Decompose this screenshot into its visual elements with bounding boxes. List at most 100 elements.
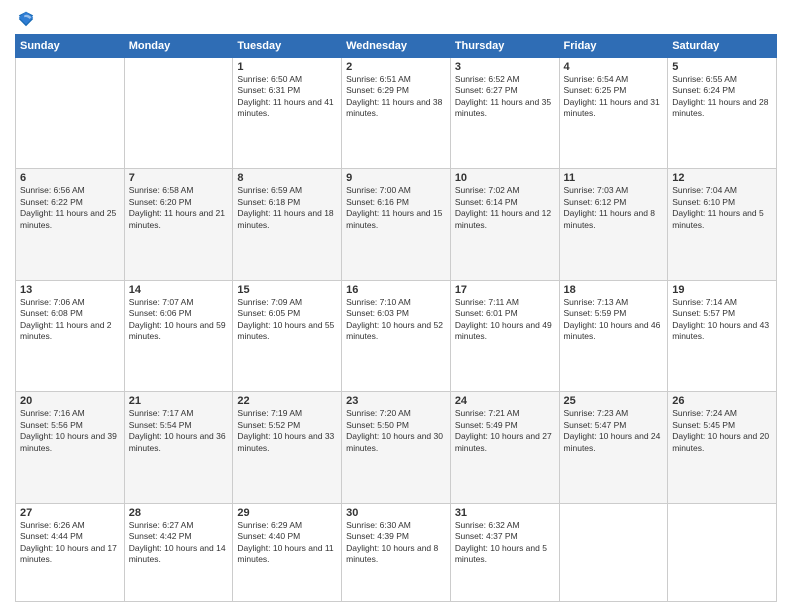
day-number: 13	[20, 284, 120, 296]
cell-text: Sunrise: 6:59 AM Sunset: 6:18 PM Dayligh…	[237, 185, 337, 231]
calendar-cell: 7Sunrise: 6:58 AM Sunset: 6:20 PM Daylig…	[124, 169, 233, 280]
day-number: 29	[237, 507, 337, 519]
day-number: 16	[346, 284, 446, 296]
day-number: 10	[455, 172, 555, 184]
cell-text: Sunrise: 7:00 AM Sunset: 6:16 PM Dayligh…	[346, 185, 446, 231]
cell-text: Sunrise: 6:51 AM Sunset: 6:29 PM Dayligh…	[346, 74, 446, 120]
weekday-header-wednesday: Wednesday	[342, 35, 451, 58]
day-number: 8	[237, 172, 337, 184]
day-number: 3	[455, 61, 555, 73]
day-number: 20	[20, 395, 120, 407]
calendar-cell: 9Sunrise: 7:00 AM Sunset: 6:16 PM Daylig…	[342, 169, 451, 280]
weekday-header-saturday: Saturday	[668, 35, 777, 58]
calendar-cell: 8Sunrise: 6:59 AM Sunset: 6:18 PM Daylig…	[233, 169, 342, 280]
day-number: 15	[237, 284, 337, 296]
day-number: 2	[346, 61, 446, 73]
calendar-cell: 1Sunrise: 6:50 AM Sunset: 6:31 PM Daylig…	[233, 58, 342, 169]
cell-text: Sunrise: 7:13 AM Sunset: 5:59 PM Dayligh…	[564, 297, 664, 343]
calendar-cell: 26Sunrise: 7:24 AM Sunset: 5:45 PM Dayli…	[668, 392, 777, 503]
day-number: 18	[564, 284, 664, 296]
calendar-cell: 24Sunrise: 7:21 AM Sunset: 5:49 PM Dayli…	[450, 392, 559, 503]
cell-text: Sunrise: 7:03 AM Sunset: 6:12 PM Dayligh…	[564, 185, 664, 231]
day-number: 22	[237, 395, 337, 407]
header	[15, 10, 777, 28]
weekday-header-row: SundayMondayTuesdayWednesdayThursdayFrid…	[16, 35, 777, 58]
calendar-cell: 14Sunrise: 7:07 AM Sunset: 6:06 PM Dayli…	[124, 280, 233, 391]
cell-text: Sunrise: 7:21 AM Sunset: 5:49 PM Dayligh…	[455, 408, 555, 454]
calendar-cell: 17Sunrise: 7:11 AM Sunset: 6:01 PM Dayli…	[450, 280, 559, 391]
day-number: 1	[237, 61, 337, 73]
day-number: 4	[564, 61, 664, 73]
cell-text: Sunrise: 6:58 AM Sunset: 6:20 PM Dayligh…	[129, 185, 229, 231]
day-number: 12	[672, 172, 772, 184]
day-number: 27	[20, 507, 120, 519]
calendar-cell	[124, 58, 233, 169]
weekday-header-monday: Monday	[124, 35, 233, 58]
weekday-header-friday: Friday	[559, 35, 668, 58]
calendar-cell: 31Sunrise: 6:32 AM Sunset: 4:37 PM Dayli…	[450, 503, 559, 601]
day-number: 21	[129, 395, 229, 407]
calendar-cell: 18Sunrise: 7:13 AM Sunset: 5:59 PM Dayli…	[559, 280, 668, 391]
day-number: 30	[346, 507, 446, 519]
logo-icon	[17, 10, 35, 28]
day-number: 19	[672, 284, 772, 296]
cell-text: Sunrise: 7:20 AM Sunset: 5:50 PM Dayligh…	[346, 408, 446, 454]
calendar-cell: 28Sunrise: 6:27 AM Sunset: 4:42 PM Dayli…	[124, 503, 233, 601]
calendar-week-row: 1Sunrise: 6:50 AM Sunset: 6:31 PM Daylig…	[16, 58, 777, 169]
day-number: 23	[346, 395, 446, 407]
page: SundayMondayTuesdayWednesdayThursdayFrid…	[0, 0, 792, 612]
cell-text: Sunrise: 7:10 AM Sunset: 6:03 PM Dayligh…	[346, 297, 446, 343]
calendar-cell: 3Sunrise: 6:52 AM Sunset: 6:27 PM Daylig…	[450, 58, 559, 169]
day-number: 9	[346, 172, 446, 184]
day-number: 5	[672, 61, 772, 73]
cell-text: Sunrise: 7:16 AM Sunset: 5:56 PM Dayligh…	[20, 408, 120, 454]
calendar-cell: 2Sunrise: 6:51 AM Sunset: 6:29 PM Daylig…	[342, 58, 451, 169]
cell-text: Sunrise: 7:14 AM Sunset: 5:57 PM Dayligh…	[672, 297, 772, 343]
cell-text: Sunrise: 6:50 AM Sunset: 6:31 PM Dayligh…	[237, 74, 337, 120]
cell-text: Sunrise: 6:29 AM Sunset: 4:40 PM Dayligh…	[237, 520, 337, 566]
calendar-week-row: 13Sunrise: 7:06 AM Sunset: 6:08 PM Dayli…	[16, 280, 777, 391]
logo	[15, 10, 35, 28]
calendar-cell: 22Sunrise: 7:19 AM Sunset: 5:52 PM Dayli…	[233, 392, 342, 503]
calendar-week-row: 20Sunrise: 7:16 AM Sunset: 5:56 PM Dayli…	[16, 392, 777, 503]
calendar-week-row: 6Sunrise: 6:56 AM Sunset: 6:22 PM Daylig…	[16, 169, 777, 280]
cell-text: Sunrise: 6:56 AM Sunset: 6:22 PM Dayligh…	[20, 185, 120, 231]
calendar-cell: 15Sunrise: 7:09 AM Sunset: 6:05 PM Dayli…	[233, 280, 342, 391]
day-number: 26	[672, 395, 772, 407]
day-number: 7	[129, 172, 229, 184]
cell-text: Sunrise: 6:30 AM Sunset: 4:39 PM Dayligh…	[346, 520, 446, 566]
cell-text: Sunrise: 7:24 AM Sunset: 5:45 PM Dayligh…	[672, 408, 772, 454]
weekday-header-sunday: Sunday	[16, 35, 125, 58]
cell-text: Sunrise: 7:02 AM Sunset: 6:14 PM Dayligh…	[455, 185, 555, 231]
calendar-cell: 21Sunrise: 7:17 AM Sunset: 5:54 PM Dayli…	[124, 392, 233, 503]
weekday-header-thursday: Thursday	[450, 35, 559, 58]
weekday-header-tuesday: Tuesday	[233, 35, 342, 58]
day-number: 31	[455, 507, 555, 519]
cell-text: Sunrise: 6:32 AM Sunset: 4:37 PM Dayligh…	[455, 520, 555, 566]
calendar-cell: 11Sunrise: 7:03 AM Sunset: 6:12 PM Dayli…	[559, 169, 668, 280]
cell-text: Sunrise: 7:23 AM Sunset: 5:47 PM Dayligh…	[564, 408, 664, 454]
cell-text: Sunrise: 6:54 AM Sunset: 6:25 PM Dayligh…	[564, 74, 664, 120]
day-number: 17	[455, 284, 555, 296]
calendar-cell: 29Sunrise: 6:29 AM Sunset: 4:40 PM Dayli…	[233, 503, 342, 601]
day-number: 25	[564, 395, 664, 407]
day-number: 14	[129, 284, 229, 296]
cell-text: Sunrise: 7:04 AM Sunset: 6:10 PM Dayligh…	[672, 185, 772, 231]
calendar-cell	[16, 58, 125, 169]
cell-text: Sunrise: 7:19 AM Sunset: 5:52 PM Dayligh…	[237, 408, 337, 454]
cell-text: Sunrise: 7:11 AM Sunset: 6:01 PM Dayligh…	[455, 297, 555, 343]
day-number: 6	[20, 172, 120, 184]
calendar-table: SundayMondayTuesdayWednesdayThursdayFrid…	[15, 34, 777, 602]
cell-text: Sunrise: 6:26 AM Sunset: 4:44 PM Dayligh…	[20, 520, 120, 566]
day-number: 24	[455, 395, 555, 407]
cell-text: Sunrise: 7:07 AM Sunset: 6:06 PM Dayligh…	[129, 297, 229, 343]
calendar-cell: 16Sunrise: 7:10 AM Sunset: 6:03 PM Dayli…	[342, 280, 451, 391]
calendar-cell: 13Sunrise: 7:06 AM Sunset: 6:08 PM Dayli…	[16, 280, 125, 391]
cell-text: Sunrise: 7:06 AM Sunset: 6:08 PM Dayligh…	[20, 297, 120, 343]
calendar-cell	[559, 503, 668, 601]
calendar-cell: 4Sunrise: 6:54 AM Sunset: 6:25 PM Daylig…	[559, 58, 668, 169]
calendar-week-row: 27Sunrise: 6:26 AM Sunset: 4:44 PM Dayli…	[16, 503, 777, 601]
cell-text: Sunrise: 6:52 AM Sunset: 6:27 PM Dayligh…	[455, 74, 555, 120]
cell-text: Sunrise: 6:27 AM Sunset: 4:42 PM Dayligh…	[129, 520, 229, 566]
calendar-cell: 30Sunrise: 6:30 AM Sunset: 4:39 PM Dayli…	[342, 503, 451, 601]
